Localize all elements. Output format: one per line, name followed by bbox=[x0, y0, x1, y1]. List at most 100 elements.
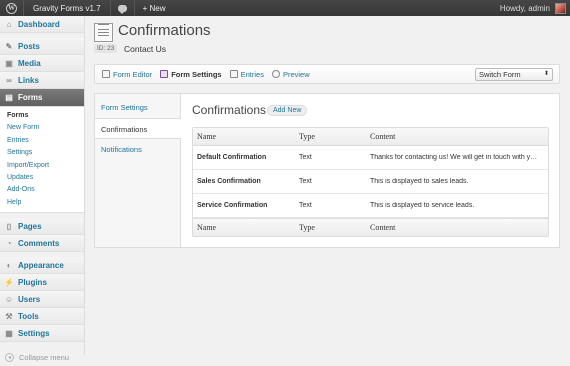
tools-icon: ⚒ bbox=[5, 311, 13, 321]
collapse-arrow-icon: ◂ bbox=[5, 352, 14, 362]
column-header-content[interactable]: Content bbox=[370, 132, 548, 141]
sidebar-item-label: Appearance bbox=[18, 260, 64, 270]
settings-tabs: Form Settings Confirmations Notification… bbox=[95, 94, 181, 247]
sidebar-item-links[interactable]: ∞ Links bbox=[0, 72, 84, 89]
new-content-menu[interactable]: + New bbox=[135, 0, 174, 16]
sidebar-item-label: Posts bbox=[18, 41, 40, 51]
confirmation-content: This is displayed to sales leads. bbox=[370, 178, 469, 185]
sidebar-item-label: Pages bbox=[18, 221, 42, 231]
sidebar-item-label: Users bbox=[18, 294, 41, 304]
submenu-item-settings[interactable]: Settings bbox=[0, 147, 84, 159]
pages-icon: ▯ bbox=[6, 221, 12, 231]
sidebar-item-posts[interactable]: ✎ Posts bbox=[0, 38, 84, 55]
form-editor-link[interactable]: Form Editor bbox=[102, 70, 152, 79]
column-header-name[interactable]: Name bbox=[193, 132, 299, 141]
admin-bar: W Gravity Forms v1.7 + New Howdy, admin bbox=[0, 0, 570, 16]
users-icon: ☺ bbox=[4, 294, 14, 304]
sidebar-item-tools[interactable]: ⚒ Tools bbox=[0, 308, 84, 326]
submenu-item-help[interactable]: Help bbox=[0, 197, 84, 209]
column-footer-type[interactable]: Type bbox=[299, 223, 370, 232]
select-arrows-icon: ⬍ bbox=[543, 71, 549, 77]
entries-icon bbox=[229, 70, 238, 78]
sidebar-item-label: Media bbox=[18, 58, 41, 68]
confirmation-type: Text bbox=[299, 202, 312, 209]
confirmation-type: Text bbox=[299, 154, 312, 161]
submenu-item-import-export[interactable]: Import/Export bbox=[0, 160, 84, 172]
tab-confirmations[interactable]: Confirmations bbox=[95, 118, 181, 139]
sidebar-item-label: Dashboard bbox=[18, 19, 60, 29]
sidebar-item-users[interactable]: ☺ Users bbox=[0, 291, 84, 309]
confirmations-table: Name Type Content Default Confirmation T… bbox=[192, 127, 549, 237]
sidebar-item-label: Comments bbox=[18, 238, 60, 248]
site-name-link[interactable]: Gravity Forms v1.7 bbox=[24, 0, 111, 16]
confirmation-content: This is displayed to service leads. bbox=[370, 202, 475, 209]
entries-label: Entries bbox=[240, 69, 264, 79]
sidebar-item-label: Tools bbox=[18, 311, 39, 321]
media-icon: ▣ bbox=[5, 58, 13, 68]
form-id-badge: ID: 23 bbox=[94, 44, 118, 53]
submenu-item-forms[interactable]: Forms bbox=[0, 110, 84, 122]
sidebar-item-comments[interactable]: ◔ Comments bbox=[0, 235, 84, 253]
collapse-menu-button[interactable]: ◂ Collapse menu bbox=[0, 348, 84, 366]
submenu-item-add-ons[interactable]: Add-Ons bbox=[0, 184, 84, 196]
confirmation-content: Thanks for contacting us! We will get in… bbox=[370, 154, 548, 161]
collapse-menu-label: Collapse menu bbox=[19, 352, 70, 362]
avatar bbox=[555, 2, 566, 14]
preview-link[interactable]: Preview bbox=[271, 69, 310, 79]
sidebar-item-pages[interactable]: ▯ Pages bbox=[0, 218, 84, 236]
confirmation-name[interactable]: Default Confirmation bbox=[193, 154, 299, 161]
form-editor-icon bbox=[102, 70, 110, 78]
switch-form-label: Switch Form bbox=[479, 70, 521, 79]
submenu-item-updates[interactable]: Updates bbox=[0, 172, 84, 184]
sidebar-item-plugins[interactable]: ⚡ Plugins bbox=[0, 274, 84, 292]
magnifier-icon bbox=[271, 70, 280, 78]
entries-link[interactable]: Entries bbox=[229, 69, 264, 79]
section-title: Confirmations bbox=[192, 103, 267, 117]
column-header-type[interactable]: Type bbox=[299, 132, 370, 141]
column-footer-content[interactable]: Content bbox=[370, 223, 548, 232]
sidebar-item-label: Plugins bbox=[18, 277, 47, 287]
submenu-item-entries[interactable]: Entries bbox=[0, 135, 84, 147]
account-menu[interactable]: Howdy, admin bbox=[499, 2, 570, 14]
comments-icon: ◔ bbox=[6, 238, 12, 248]
wordpress-logo-menu[interactable]: W bbox=[0, 0, 24, 16]
form-settings-link[interactable]: Form Settings bbox=[160, 70, 222, 79]
confirmation-name[interactable]: Service Confirmation bbox=[193, 202, 299, 209]
plugins-icon: ⚡ bbox=[4, 277, 14, 287]
table-row[interactable]: Service Confirmation Text This is displa… bbox=[193, 194, 548, 218]
tab-form-settings[interactable]: Form Settings bbox=[95, 97, 180, 118]
table-row[interactable]: Default Confirmation Text Thanks for con… bbox=[193, 146, 548, 170]
switch-form-select[interactable]: Switch Form ⬍ bbox=[475, 68, 553, 81]
sidebar-item-forms[interactable]: ▤ Forms bbox=[0, 89, 84, 107]
sidebar-item-label: Links bbox=[18, 75, 39, 85]
comments-link[interactable] bbox=[111, 0, 135, 16]
submenu-item-new-form[interactable]: New Form bbox=[0, 122, 84, 134]
settings-icon: ▦ bbox=[5, 328, 13, 338]
sidebar-item-dashboard[interactable]: ⌂ Dashboard bbox=[0, 16, 84, 33]
page-title: Confirmations bbox=[118, 22, 211, 39]
dashboard-icon: ⌂ bbox=[6, 19, 12, 29]
add-new-button[interactable]: Add New bbox=[267, 105, 308, 116]
form-toolbar: Form Editor Form Settings Entries Previe… bbox=[94, 64, 560, 84]
table-footer: Name Type Content bbox=[193, 218, 548, 236]
comment-bubble-icon bbox=[117, 4, 127, 14]
forms-icon: ▤ bbox=[5, 93, 13, 102]
table-header: Name Type Content bbox=[193, 128, 548, 146]
appearance-icon: ◐ bbox=[6, 260, 12, 270]
form-settings-icon bbox=[160, 70, 169, 78]
sidebar-item-appearance[interactable]: ◐ Appearance bbox=[0, 257, 84, 275]
preview-label: Preview bbox=[282, 69, 310, 79]
posts-icon: ✎ bbox=[5, 41, 13, 51]
confirmation-name[interactable]: Sales Confirmation bbox=[193, 178, 299, 185]
links-icon: ∞ bbox=[6, 75, 12, 85]
tab-notifications[interactable]: Notifications bbox=[95, 139, 180, 160]
howdy-label: Howdy, admin bbox=[499, 3, 550, 13]
forms-page-icon bbox=[94, 23, 113, 42]
table-row[interactable]: Sales Confirmation Text This is displaye… bbox=[193, 170, 548, 194]
column-footer-name[interactable]: Name bbox=[193, 223, 299, 232]
sidebar-item-settings[interactable]: ▦ Settings bbox=[0, 325, 84, 343]
sidebar-item-media[interactable]: ▣ Media bbox=[0, 55, 84, 72]
sidebar-item-label: Forms bbox=[18, 93, 43, 102]
form-name: Contact Us bbox=[124, 44, 167, 54]
confirmation-type: Text bbox=[299, 178, 312, 185]
